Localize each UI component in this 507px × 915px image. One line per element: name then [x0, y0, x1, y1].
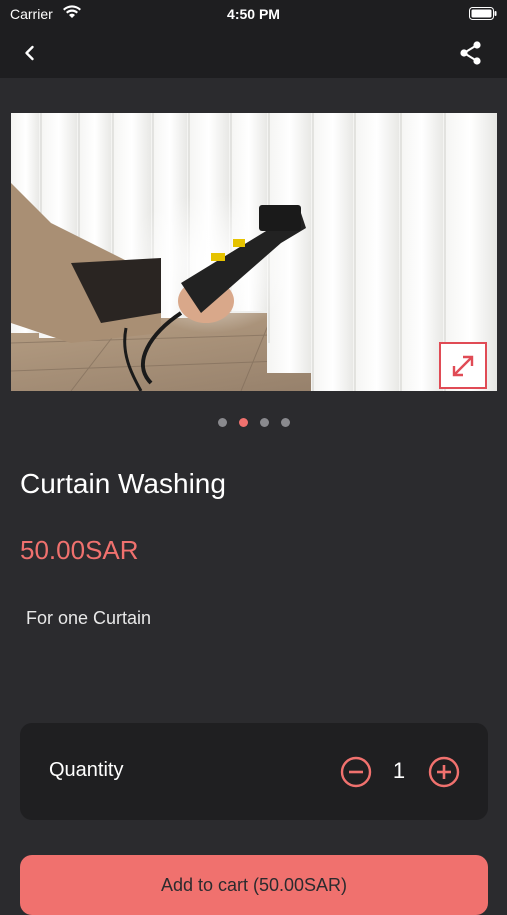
- quantity-value: 1: [392, 758, 406, 783]
- nav-bar: [0, 28, 507, 78]
- quantity-label: Quantity: [49, 759, 124, 781]
- expand-arrows-icon: [452, 355, 474, 376]
- product-price: 50.00SAR: [20, 535, 139, 565]
- battery-icon: [469, 7, 497, 20]
- add-to-cart-button[interactable]: Add to cart (50.00SAR): [20, 855, 488, 915]
- quantity-card: Quantity 1: [20, 723, 488, 820]
- share-icon[interactable]: [457, 39, 485, 67]
- status-bar: Carrier 4:50 PM: [0, 0, 507, 28]
- decrease-quantity-icon[interactable]: [340, 756, 372, 788]
- increase-quantity-icon[interactable]: [428, 756, 460, 788]
- carousel-dot[interactable]: [280, 418, 290, 427]
- carousel-dot[interactable]: [259, 418, 269, 427]
- carousel-dot-active[interactable]: [238, 418, 248, 427]
- product-description: For one Curtain: [26, 608, 152, 628]
- product-image[interactable]: [11, 113, 497, 391]
- product-title: Curtain Washing: [20, 468, 226, 499]
- expand-image-button[interactable]: [439, 342, 487, 389]
- back-chevron-icon[interactable]: [18, 41, 42, 65]
- carousel-dot[interactable]: [217, 418, 227, 427]
- status-time: 4:50 PM: [227, 6, 280, 22]
- carousel-indicator: [0, 418, 507, 430]
- curtain-photo: [11, 113, 497, 391]
